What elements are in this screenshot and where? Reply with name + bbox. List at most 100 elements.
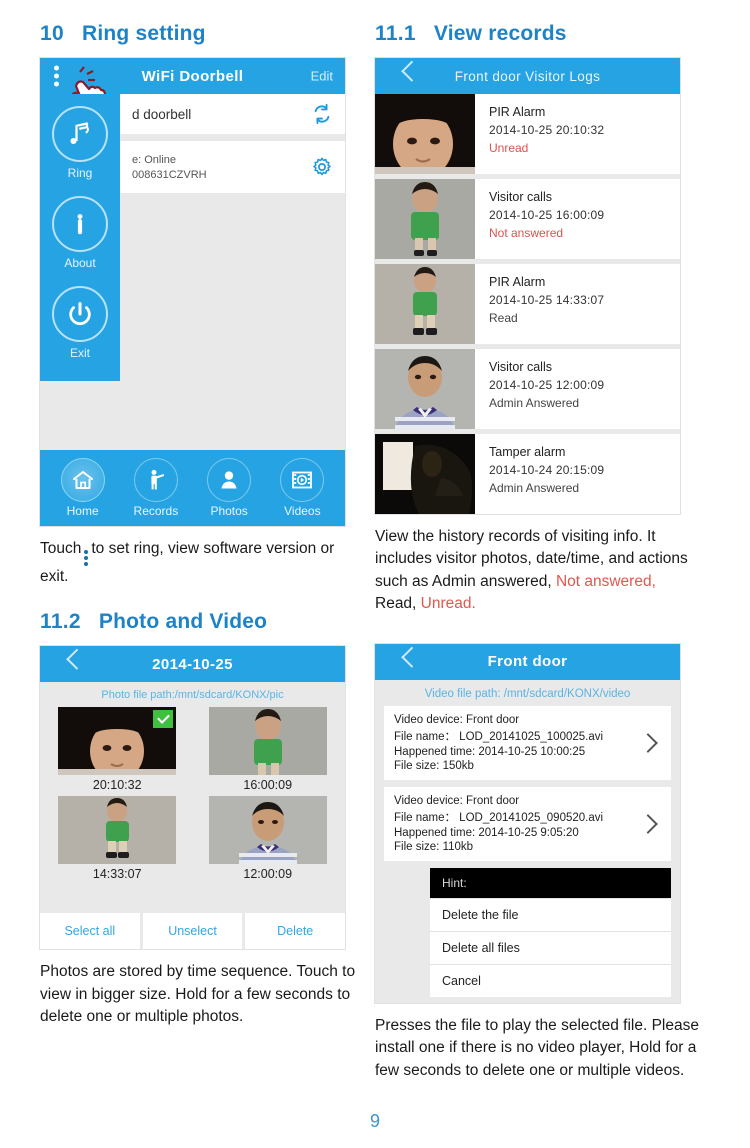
video-file-path: Video file path: /mnt/sdcard/KONX/video — [375, 679, 680, 706]
page-number: 9 — [369, 1111, 380, 1131]
caption-ring-setting: Touch to set ring, view software version … — [40, 538, 362, 588]
caption-part-highlight: Not answered, — [555, 572, 656, 590]
video-file-name: File name： LOD_20141025_090520.avi — [394, 811, 604, 824]
photo-selected-check-icon — [153, 710, 174, 729]
photo-time: 12:00:09 — [243, 867, 293, 882]
tab-videos[interactable]: Videos — [270, 458, 334, 518]
hint-menu-item-delete-all[interactable]: Delete all files — [430, 930, 671, 964]
tab-home[interactable]: Home — [51, 458, 115, 518]
hint-menu-item-cancel[interactable]: Cancel — [430, 963, 671, 997]
photo-time: 16:00:09 — [243, 778, 293, 793]
log-row[interactable]: Visitor calls 2014-10-25 16:00:09 Not an… — [375, 179, 680, 264]
tab-label: Videos — [284, 504, 321, 518]
overflow-menu-inline-icon — [84, 550, 89, 566]
log-thumbnail-image — [375, 94, 475, 174]
log-datetime: 2014-10-24 20:15:09 — [489, 463, 605, 477]
bottom-tab-bar: Home Records Photos Videos — [40, 450, 345, 526]
photo-item[interactable]: 20:10:32 — [50, 707, 185, 792]
photo-item[interactable]: 14:33:07 — [50, 796, 185, 881]
hint-menu-item-delete-file[interactable]: Delete the file — [430, 897, 671, 931]
sidebar-item-exit[interactable]: Exit — [40, 286, 120, 360]
section-heading-ring-setting: 10 Ring setting — [40, 22, 370, 46]
log-row[interactable]: Tamper alarm 2014-10-24 20:15:09 Admin A… — [375, 434, 680, 514]
hint-context-menu: Hint: Delete the file Delete all files C… — [430, 867, 671, 997]
log-datetime: 2014-10-25 20:10:32 — [489, 123, 605, 137]
photo-thumbnail[interactable] — [58, 796, 177, 865]
log-thumbnail[interactable] — [375, 264, 475, 344]
tab-records[interactable]: Records — [124, 458, 188, 518]
log-row[interactable]: Visitor calls 2014-10-25 12:00:09 Admin … — [375, 349, 680, 434]
chevron-right-icon[interactable] — [638, 813, 658, 834]
sidebar-item-about[interactable]: About — [40, 196, 120, 270]
photo-thumbnail-image — [208, 707, 327, 776]
unselect-button[interactable]: Unselect — [142, 913, 243, 950]
photo-thumbnail[interactable] — [208, 796, 327, 865]
photo-thumbnail-image — [58, 796, 177, 865]
log-thumbnail[interactable] — [375, 179, 475, 259]
gear-icon[interactable] — [311, 156, 333, 178]
visitor-log-list: PIR Alarm 2014-10-25 20:10:32 Unread Vis… — [375, 94, 680, 514]
photo-thumbnail[interactable] — [58, 707, 177, 776]
back-chevron-icon — [66, 649, 88, 671]
edit-button[interactable]: Edit — [311, 69, 333, 84]
left-column: 10 Ring setting WiFi Doorbell Edit d doo… — [40, 22, 370, 1044]
log-thumbnail[interactable] — [375, 349, 475, 429]
log-thumbnail[interactable] — [375, 94, 475, 174]
device-serial: 008631CZVRH — [132, 168, 207, 181]
caption-part: Read, — [375, 595, 421, 613]
back-button[interactable] — [50, 646, 88, 682]
tab-label: Records — [133, 504, 179, 518]
photo-item[interactable]: 16:00:09 — [201, 707, 336, 792]
overflow-menu-icon[interactable] — [54, 65, 59, 87]
log-event: Tamper alarm — [489, 445, 566, 459]
video-device: Video device: Front door — [394, 794, 520, 807]
log-row[interactable]: PIR Alarm 2014-10-25 20:10:32 Unread — [375, 94, 680, 179]
phone-mockup-video-list: Front door Video file path: /mnt/sdcard/… — [375, 643, 680, 1003]
video-title: Front door — [487, 653, 568, 671]
caption-photo-gallery: Photos are stored by time sequence. Touc… — [40, 963, 356, 1026]
section-number: 10 — [40, 22, 64, 45]
gallery-date-title: 2014-10-25 — [152, 655, 233, 673]
video-happened-time: Happened time: 2014-10-25 9:05:20 — [394, 826, 579, 839]
caption-prefix: Touch — [40, 540, 82, 557]
video-file-row[interactable]: Video device: Front door File name： LOD_… — [384, 786, 671, 861]
photo-time: 20:10:32 — [92, 778, 142, 793]
back-button[interactable] — [385, 644, 423, 680]
info-icon — [52, 196, 108, 252]
tab-photos[interactable]: Photos — [197, 458, 261, 518]
log-datetime: 2014-10-25 12:00:09 — [489, 378, 605, 392]
photo-time: 14:33:07 — [92, 867, 142, 882]
log-thumbnail-image — [375, 434, 475, 514]
refresh-icon[interactable] — [311, 103, 333, 125]
select-all-button[interactable]: Select all — [40, 913, 140, 950]
log-status: Admin Answered — [489, 481, 580, 495]
menu-spacer — [375, 996, 680, 1003]
log-event: Visitor calls — [489, 360, 552, 374]
photo-thumbnail-image — [208, 796, 327, 865]
video-header-bar: Front door — [375, 643, 680, 680]
home-icon — [60, 458, 105, 502]
music-note-icon — [52, 106, 108, 162]
phone-mockup-visitor-logs: Front door Visitor Logs PIR Alarm 2014-1… — [375, 58, 680, 514]
photo-item[interactable]: 12:00:09 — [201, 796, 336, 881]
log-thumbnail[interactable] — [375, 434, 475, 514]
photo-file-path: Photo file path:/mnt/sdcard/KONX/pic — [40, 682, 345, 706]
tab-label: Photos — [210, 504, 248, 518]
delete-button[interactable]: Delete — [245, 913, 346, 950]
video-file-size: File size: 110kb — [394, 840, 474, 853]
photo-thumbnail[interactable] — [208, 707, 327, 776]
section-title: Ring setting — [81, 22, 206, 45]
video-device: Video device: Front door — [394, 713, 520, 726]
sidebar-item-ring[interactable]: Ring — [40, 106, 120, 180]
sidebar-item-label: Exit — [69, 346, 90, 360]
back-button[interactable] — [385, 58, 423, 94]
log-row[interactable]: PIR Alarm 2014-10-25 14:33:07 Read — [375, 264, 680, 349]
log-thumbnail-image — [375, 349, 475, 429]
video-file-row[interactable]: Video device: Front door File name： LOD_… — [384, 705, 671, 780]
video-file-size: File size: 150kb — [394, 759, 474, 772]
log-thumbnail-image — [375, 264, 475, 344]
log-status: Unread — [489, 141, 529, 155]
person-wave-icon — [133, 458, 178, 502]
right-column: 11.1 View records Front door Visitor Log… — [375, 22, 705, 1098]
chevron-right-icon[interactable] — [638, 732, 658, 753]
